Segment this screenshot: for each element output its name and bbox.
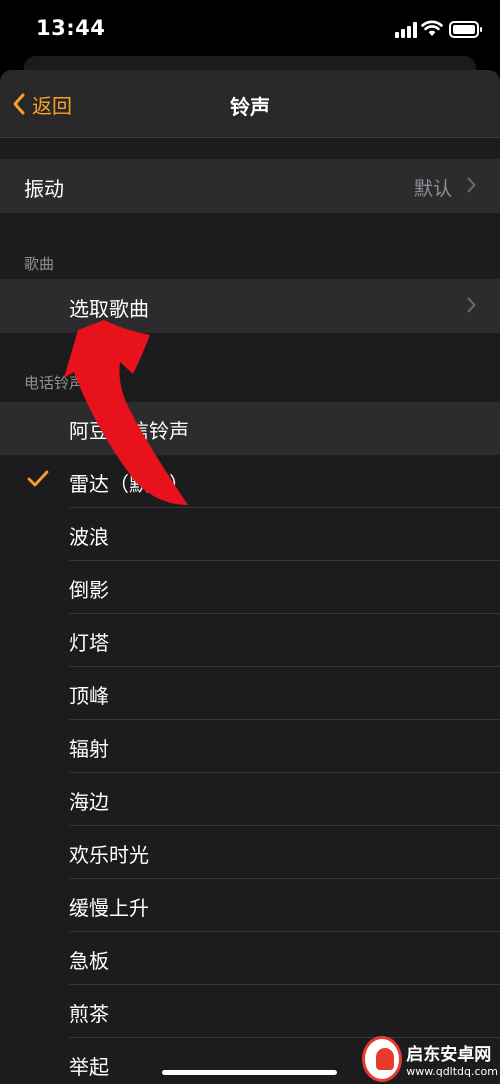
songs-section-header: 歌曲 <box>24 255 55 273</box>
vibration-label: 振动 <box>24 177 64 201</box>
ringtone-row[interactable]: 海边 <box>0 773 500 826</box>
chevron-right-icon <box>467 177 476 193</box>
pick-song-label: 选取歌曲 <box>69 297 149 321</box>
ringtone-label: 缓慢上升 <box>69 896 149 920</box>
ringtone-row[interactable]: 雷达（默认） <box>0 455 500 508</box>
ringtone-row[interactable]: 顶峰 <box>0 667 500 720</box>
pick-song-cell[interactable]: 选取歌曲 <box>0 279 500 333</box>
watermark-url: www.qdltdq.com <box>406 1065 498 1078</box>
home-indicator <box>162 1070 337 1075</box>
page-title: 铃声 <box>230 95 270 119</box>
ringtone-row[interactable]: 急板 <box>0 932 500 985</box>
ringtone-row[interactable]: 倒影 <box>0 561 500 614</box>
ringtone-label: 波浪 <box>69 525 109 549</box>
chevron-right-icon <box>467 297 476 313</box>
wifi-icon <box>421 20 443 36</box>
ringtone-row[interactable]: 波浪 <box>0 508 500 561</box>
ringtone-label: 倒影 <box>69 578 109 602</box>
checkmark-icon <box>27 470 49 487</box>
ringtone-sheet: 返回 铃声 振动 默认 歌曲 选取歌曲 电话铃声 阿豆短信铃声 雷达（默认） 波… <box>0 70 500 1084</box>
ringtone-row[interactable]: 缓慢上升 <box>0 879 500 932</box>
ringtone-label: 举起 <box>69 1055 109 1079</box>
ringtone-label: 辐射 <box>69 737 109 761</box>
ringtone-label: 顶峰 <box>69 684 109 708</box>
ringtone-label: 阿豆短信铃声 <box>69 419 189 443</box>
ringtone-label: 煎茶 <box>69 1002 109 1026</box>
cellular-signal-icon <box>395 22 417 38</box>
watermark-name: 启东安卓网 <box>406 1045 492 1065</box>
vibration-cell[interactable]: 振动 默认 <box>0 159 500 213</box>
battery-icon <box>449 21 482 38</box>
ringtone-label: 雷达（默认） <box>69 472 189 496</box>
ringtone-label: 海边 <box>69 790 109 814</box>
ringtone-label: 灯塔 <box>69 631 109 655</box>
watermark-logo-icon <box>362 1036 403 1082</box>
status-bar: 13:44 <box>0 0 500 62</box>
ringtones-section-header: 电话铃声 <box>24 374 85 392</box>
ringtone-row[interactable]: 欢乐时光 <box>0 826 500 879</box>
navigation-bar: 返回 铃声 <box>0 70 500 138</box>
ringtone-label: 欢乐时光 <box>69 843 149 867</box>
status-time: 13:44 <box>36 16 106 40</box>
ringtone-row[interactable]: 阿豆短信铃声 <box>0 402 500 455</box>
watermark: 启东安卓网 www.qdltdq.com <box>362 1034 498 1084</box>
ringtone-row[interactable]: 煎茶 <box>0 985 500 1038</box>
ringtone-list: 阿豆短信铃声 雷达（默认） 波浪 倒影 灯塔 顶峰 辐射 海边 欢乐时光 缓慢上… <box>0 402 500 1084</box>
ringtone-label: 急板 <box>69 949 109 973</box>
vibration-value: 默认 <box>413 178 452 200</box>
ringtone-row[interactable]: 辐射 <box>0 720 500 773</box>
ringtone-row[interactable]: 灯塔 <box>0 614 500 667</box>
